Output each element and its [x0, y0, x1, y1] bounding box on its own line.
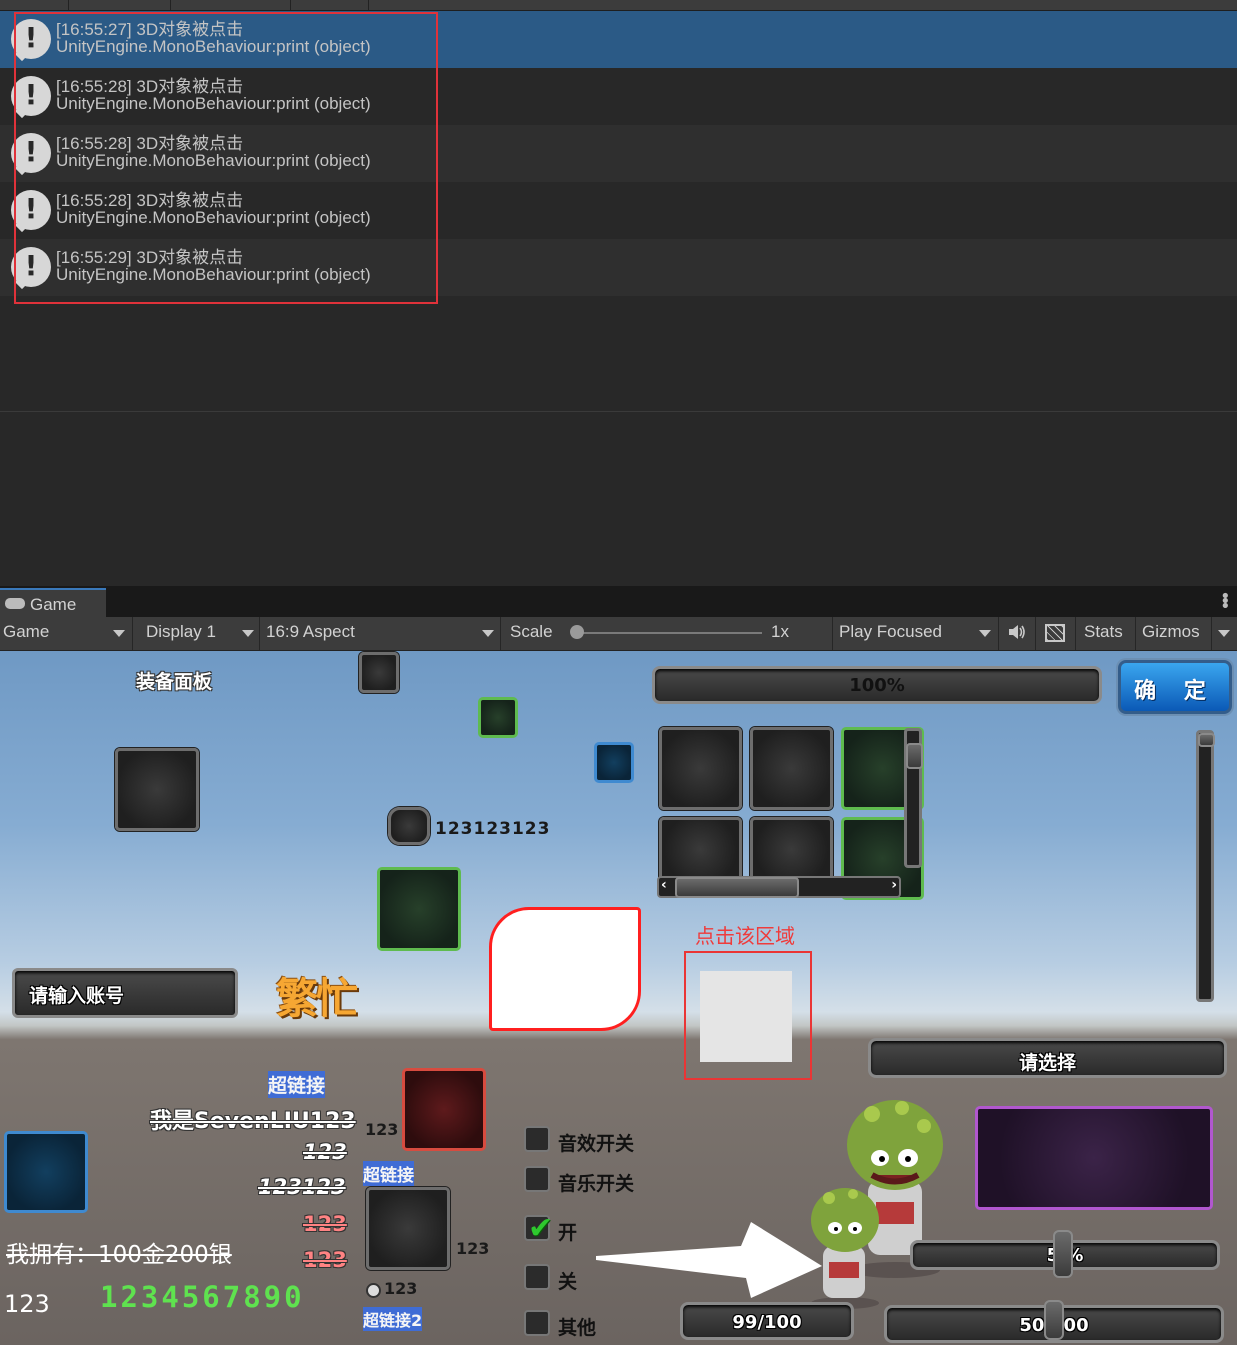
- chevron-down-icon: [242, 630, 254, 637]
- scale-slider-track[interactable]: [578, 632, 762, 634]
- number-row-text: 123123123: [435, 819, 551, 839]
- account-input[interactable]: 请输入账号: [12, 968, 238, 1018]
- scrollbar-handle[interactable]: [675, 877, 799, 898]
- number-text: 123123: [258, 1175, 346, 1199]
- currency-text: 我拥有：100金200银: [6, 1242, 232, 1268]
- toggle-music[interactable]: 音乐开关: [524, 1166, 634, 1195]
- aspect-dropdown[interactable]: 16:9 Aspect: [266, 622, 355, 642]
- toggle-other[interactable]: 其他: [524, 1310, 596, 1339]
- gizmos-button[interactable]: Gizmos: [1142, 622, 1200, 642]
- rounded-image-panel[interactable]: [489, 907, 641, 1031]
- equip-slot[interactable]: [115, 748, 199, 831]
- small-slot-round[interactable]: [388, 807, 430, 845]
- chevron-down-icon: [482, 630, 494, 637]
- click-target-image[interactable]: [700, 971, 792, 1062]
- speaker-icon[interactable]: [1008, 625, 1026, 639]
- number-text: 123: [303, 1140, 347, 1164]
- number-text: 123: [303, 1212, 347, 1236]
- item-slot-red[interactable]: [402, 1068, 486, 1151]
- scrollview-vertical-scrollbar[interactable]: [904, 728, 923, 868]
- chevron-down-icon: [979, 630, 991, 637]
- grid-icon[interactable]: [1045, 624, 1065, 642]
- scale-label: Scale: [510, 622, 553, 641]
- small-slot-green[interactable]: [478, 697, 518, 738]
- panel-title: 装备面板: [136, 671, 213, 693]
- hyperlink-text[interactable]: 超链接2: [363, 1307, 423, 1331]
- tab-game-label: Game: [30, 595, 77, 614]
- name-text: 我是SevenLIU123: [150, 1109, 356, 1134]
- small-slot[interactable]: [359, 652, 399, 693]
- item-slot-dark[interactable]: [366, 1187, 450, 1270]
- vertical-scrollbar[interactable]: [1196, 730, 1215, 1002]
- warning-bubble-icon: !: [11, 19, 51, 59]
- chevron-down-icon: [1218, 630, 1230, 637]
- click-region-box[interactable]: [684, 951, 812, 1080]
- console-panel: ! [16:55:27] 3D对象被点击 UnityEngine.MonoBeh…: [0, 0, 1237, 586]
- click-hint-label: 点击该区域: [695, 924, 795, 948]
- radio-label: 123: [384, 1279, 418, 1298]
- grid-slot[interactable]: [659, 727, 742, 810]
- game-toolbar: Game Display 1 16:9 Aspect Scale 1x Play…: [0, 617, 1237, 651]
- confirm-button[interactable]: 确 定: [1118, 660, 1232, 714]
- item-slot-green[interactable]: [377, 867, 461, 951]
- chevron-left-icon[interactable]: ‹: [661, 877, 667, 893]
- chevron-down-icon: [113, 630, 125, 637]
- item-slot-purple[interactable]: [975, 1106, 1213, 1210]
- chevron-right-icon[interactable]: ›: [891, 877, 897, 893]
- toggle-sound[interactable]: 音效开关: [524, 1126, 634, 1155]
- toggle-off[interactable]: 关: [524, 1264, 577, 1293]
- stats-button[interactable]: Stats: [1084, 622, 1123, 642]
- busy-text: 繁忙: [276, 974, 358, 1023]
- digits-text: 1234567890: [100, 1280, 305, 1314]
- highlight-annotation-box: [14, 12, 438, 304]
- scale-value: 1x: [771, 622, 789, 641]
- arrow-shape: [596, 1222, 822, 1298]
- more-options-icon[interactable]: • • •: [1220, 588, 1231, 616]
- gamepad-icon: [5, 598, 25, 609]
- hyperlink-text[interactable]: 超链接: [363, 1161, 414, 1186]
- slot-label: 123: [456, 1239, 490, 1258]
- slot-label: 123: [365, 1120, 399, 1139]
- checkmark-icon: ✔: [528, 1211, 554, 1246]
- dropdown-select[interactable]: 请选择: [868, 1038, 1227, 1078]
- number-text: 123: [303, 1248, 347, 1272]
- grid-slot[interactable]: [750, 727, 833, 810]
- plain-number-text: 123: [4, 1290, 50, 1318]
- zombie-sprite-small: [811, 1188, 879, 1309]
- display-dropdown[interactable]: Display 1: [146, 622, 216, 642]
- scrollbar-handle[interactable]: [906, 743, 923, 769]
- slider-handle[interactable]: [1053, 1230, 1073, 1278]
- small-slot-blue[interactable]: [594, 742, 634, 783]
- console-divider: [0, 411, 1237, 412]
- hyperlink-text[interactable]: 超链接: [268, 1071, 326, 1098]
- toggle-on[interactable]: ✔ 开: [524, 1211, 577, 1246]
- scrollbar-handle[interactable]: [1198, 733, 1215, 747]
- warning-bubble-icon: !: [11, 133, 51, 173]
- progress-bar-top: 100%: [652, 666, 1102, 704]
- grid-slot[interactable]: [750, 817, 833, 882]
- warning-bubble-icon: !: [11, 247, 51, 287]
- scale-slider-handle[interactable]: [570, 625, 584, 639]
- radio-button[interactable]: [366, 1283, 381, 1298]
- grid-slot[interactable]: [659, 817, 742, 882]
- tab-game[interactable]: Game: [0, 588, 106, 617]
- play-mode-dropdown[interactable]: Play Focused: [839, 622, 942, 642]
- hp-bar: 99/100: [680, 1302, 854, 1340]
- game-mode-dropdown[interactable]: Game: [3, 622, 49, 642]
- scrollview-horizontal-scrollbar[interactable]: ‹ ›: [657, 876, 901, 898]
- mp-slider-handle[interactable]: [1044, 1300, 1064, 1340]
- console-toolbar: [0, 0, 1237, 11]
- item-slot-blue[interactable]: [4, 1131, 88, 1213]
- warning-bubble-icon: !: [11, 190, 51, 230]
- warning-bubble-icon: !: [11, 76, 51, 116]
- game-tab-bar: Game • • •: [0, 586, 1237, 617]
